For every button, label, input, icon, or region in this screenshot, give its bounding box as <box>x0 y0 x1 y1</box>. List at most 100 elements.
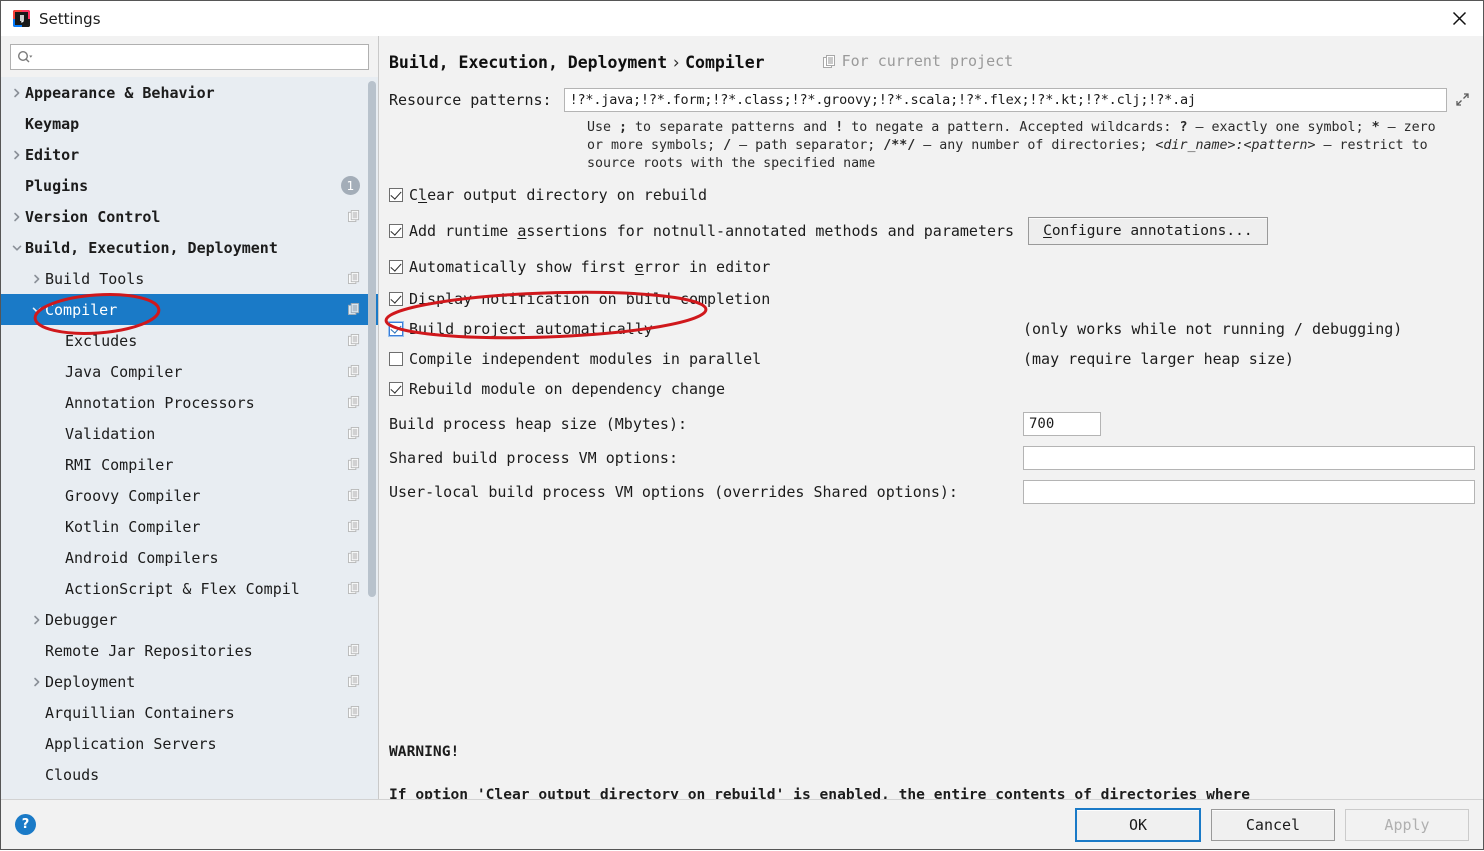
checkbox-hint: (may require larger heap size) <box>1023 349 1294 368</box>
field-row-build-process-heap-size-mbytes: Build process heap size (Mbytes): <box>379 411 1483 436</box>
sidebar-item-groovy-compiler[interactable]: Groovy Compiler <box>1 480 378 511</box>
checkbox-label-pre: Rebuild module on dependency change <box>409 379 726 398</box>
chevron-down-icon[interactable] <box>29 305 45 315</box>
sidebar-item-build-tools[interactable]: Build Tools <box>1 263 378 294</box>
help-seg-1: Use <box>587 119 620 135</box>
checkbox-label: Build project automatically <box>409 320 653 338</box>
checkbox-row-add-runtime-assertions-for-notnull-annotated-m[interactable]: Add runtime assertions for notnull-annot… <box>379 216 1483 245</box>
checkbox-row-clear-output-directory-on-rebuild[interactable]: Clear output directory on rebuild <box>379 185 1483 205</box>
sidebar-item-application-servers[interactable]: Application Servers <box>1 728 378 759</box>
search-box[interactable] <box>10 44 369 70</box>
chevron-down-icon[interactable] <box>9 243 25 253</box>
sidebar-item-arquillian-containers[interactable]: Arquillian Containers <box>1 697 378 728</box>
checkbox-label: Automatically show first error in editor <box>409 258 770 276</box>
configure-annotations-button[interactable]: Configure annotations... <box>1028 216 1268 245</box>
help-seg-4: — exactly one symbol; <box>1187 119 1372 135</box>
checkbox-label-mnemonic: l <box>418 185 428 204</box>
sidebar-item-appearance-behavior[interactable]: Appearance & Behavior <box>1 77 378 108</box>
help-question-icon[interactable]: ? <box>15 814 36 835</box>
sidebar-item-validation[interactable]: Validation <box>1 418 378 449</box>
ok-button[interactable]: OK <box>1075 807 1201 842</box>
sidebar-item-rmi-compiler[interactable]: RMI Compiler <box>1 449 378 480</box>
checkbox-hint: (only works while not running / debuggin… <box>1023 319 1403 338</box>
close-icon[interactable] <box>1435 1 1483 36</box>
checkbox-compile-independent-modules-in-parallel[interactable] <box>389 351 403 366</box>
breadcrumb-separator: › <box>671 52 682 72</box>
search-input[interactable] <box>37 46 362 68</box>
checkbox-label-post: rror in editor <box>643 257 771 276</box>
sidebar-item-actionscript-flex-compil[interactable]: ActionScript & Flex Compil <box>1 573 378 604</box>
checkbox-display-notification-on-build-completion[interactable] <box>389 291 403 306</box>
help-bold-bang: ! <box>835 119 844 135</box>
help-bold-star: * <box>1371 119 1380 135</box>
sidebar-scrollbar-track[interactable] <box>366 77 378 799</box>
sidebar-scrollbar-thumb[interactable] <box>368 81 376 597</box>
resource-patterns-input[interactable]: !?*.java;!?*.form;!?*.class;!?*.groovy;!… <box>563 87 1447 112</box>
search-icon <box>17 50 33 65</box>
for-current-project-label: For current project <box>841 52 1014 70</box>
sidebar-item-kotlin-compiler[interactable]: Kotlin Compiler <box>1 511 378 542</box>
sidebar-item-clouds[interactable]: Clouds <box>1 759 378 790</box>
sidebar-item-label: Compiler <box>45 300 118 319</box>
checkbox-rebuild-module-on-dependency-change[interactable] <box>389 381 403 396</box>
compiler-warning: WARNING! If option 'Clear output directo… <box>389 719 1250 800</box>
chevron-right-icon[interactable] <box>9 212 25 222</box>
checkbox-clear-output-directory-on-rebuild[interactable] <box>389 187 403 202</box>
checkbox-automatically-show-first-error-in-editor[interactable] <box>389 259 403 274</box>
sidebar-item-keymap[interactable]: Keymap <box>1 108 378 139</box>
sidebar-item-label: Build Tools <box>45 269 145 288</box>
sidebar-item-label: Android Compilers <box>65 548 219 567</box>
sidebar-item-version-control[interactable]: Version Control <box>1 201 378 232</box>
settings-tree[interactable]: Appearance & Behavior Keymap Editor Plugins… <box>1 77 378 799</box>
checkbox-row-display-notification-on-build-completion[interactable]: Display notification on build completion <box>379 289 1483 309</box>
checkbox-add-runtime-assertions-for-notnull-annotated-m[interactable] <box>389 223 403 238</box>
sidebar-item-label: Kotlin Compiler <box>65 517 201 536</box>
chevron-right-icon[interactable] <box>9 150 25 160</box>
checkbox-row-automatically-show-first-error-in-editor[interactable]: Automatically show first error in editor <box>379 257 1483 277</box>
breadcrumb-parent: Build, Execution, Deployment <box>389 52 668 72</box>
chevron-right-icon[interactable] <box>9 88 25 98</box>
checkbox-label-mnemonic: e <box>634 257 644 276</box>
checkbox-row-compile-independent-modules-in-parallel[interactable]: Compile independent modules in parallel (… <box>379 349 1483 369</box>
window-title: Settings <box>39 9 101 28</box>
sidebar-item-debugger[interactable]: Debugger <box>1 604 378 635</box>
search-area <box>1 36 378 77</box>
input-shared-build-process-vm-options[interactable] <box>1023 445 1475 470</box>
input-user-local-build-process-vm-options-overrides-[interactable] <box>1023 479 1475 504</box>
settings-dialog: IJ Settings Appearance & Behavior Keymap… <box>0 0 1484 850</box>
sidebar-item-deployment[interactable]: Deployment <box>1 666 378 697</box>
sidebar-item-java-compiler[interactable]: Java Compiler <box>1 356 378 387</box>
sidebar-item-label: ActionScript & Flex Compil <box>65 579 300 598</box>
sidebar-item-label: Java Compiler <box>65 362 183 381</box>
chevron-right-icon[interactable] <box>29 677 45 687</box>
sidebar-item-editor[interactable]: Editor <box>1 139 378 170</box>
sidebar-item-annotation-processors[interactable]: Annotation Processors <box>1 387 378 418</box>
field-row-shared-build-process-vm-options: Shared build process VM options: <box>379 445 1483 470</box>
checkbox-label: Rebuild module on dependency change <box>409 380 725 398</box>
checkbox-row-rebuild-module-on-dependency-change[interactable]: Rebuild module on dependency change <box>379 379 1483 399</box>
sidebar-item-android-compilers[interactable]: Android Compilers <box>1 542 378 573</box>
breadcrumb: Build, Execution, Deployment › Compiler <box>389 53 765 72</box>
sidebar-item-build-execution-deployment[interactable]: Build, Execution, Deployment <box>1 232 378 263</box>
checkbox-label: Add runtime assertions for notnull-annot… <box>409 222 1014 240</box>
sidebar-item-remote-jar-repositories[interactable]: Remote Jar Repositories <box>1 635 378 666</box>
chevron-right-icon[interactable] <box>29 615 45 625</box>
checkbox-row-build-project-automatically[interactable]: Build project automatically (only works w… <box>379 319 1483 339</box>
sidebar-item-label: Groovy Compiler <box>65 486 201 505</box>
help-seg-3: to negate a pattern. Accepted wildcards: <box>843 119 1180 135</box>
cancel-button[interactable]: Cancel <box>1211 808 1335 841</box>
expand-arrows-icon[interactable] <box>1449 88 1475 112</box>
checkbox-label: Clear output directory on rebuild <box>409 186 707 204</box>
help-seg-2: to separate patterns and <box>627 119 836 135</box>
sidebar-item-excludes[interactable]: Excludes <box>1 325 378 356</box>
project-scope-icon <box>348 704 360 722</box>
sidebar-item-label: Validation <box>65 424 156 443</box>
settings-sidebar: Appearance & Behavior Keymap Editor Plugins… <box>1 36 379 799</box>
help-italic-dirname: <dir_name>:<pattern> <box>1155 137 1316 153</box>
help-bold-slash: / <box>723 137 732 153</box>
checkbox-build-project-automatically[interactable] <box>389 321 403 336</box>
chevron-right-icon[interactable] <box>29 274 45 284</box>
input-build-process-heap-size-mbytes[interactable] <box>1023 411 1101 436</box>
sidebar-item-compiler[interactable]: Compiler <box>1 294 378 325</box>
sidebar-item-plugins[interactable]: Plugins 1 <box>1 170 378 201</box>
